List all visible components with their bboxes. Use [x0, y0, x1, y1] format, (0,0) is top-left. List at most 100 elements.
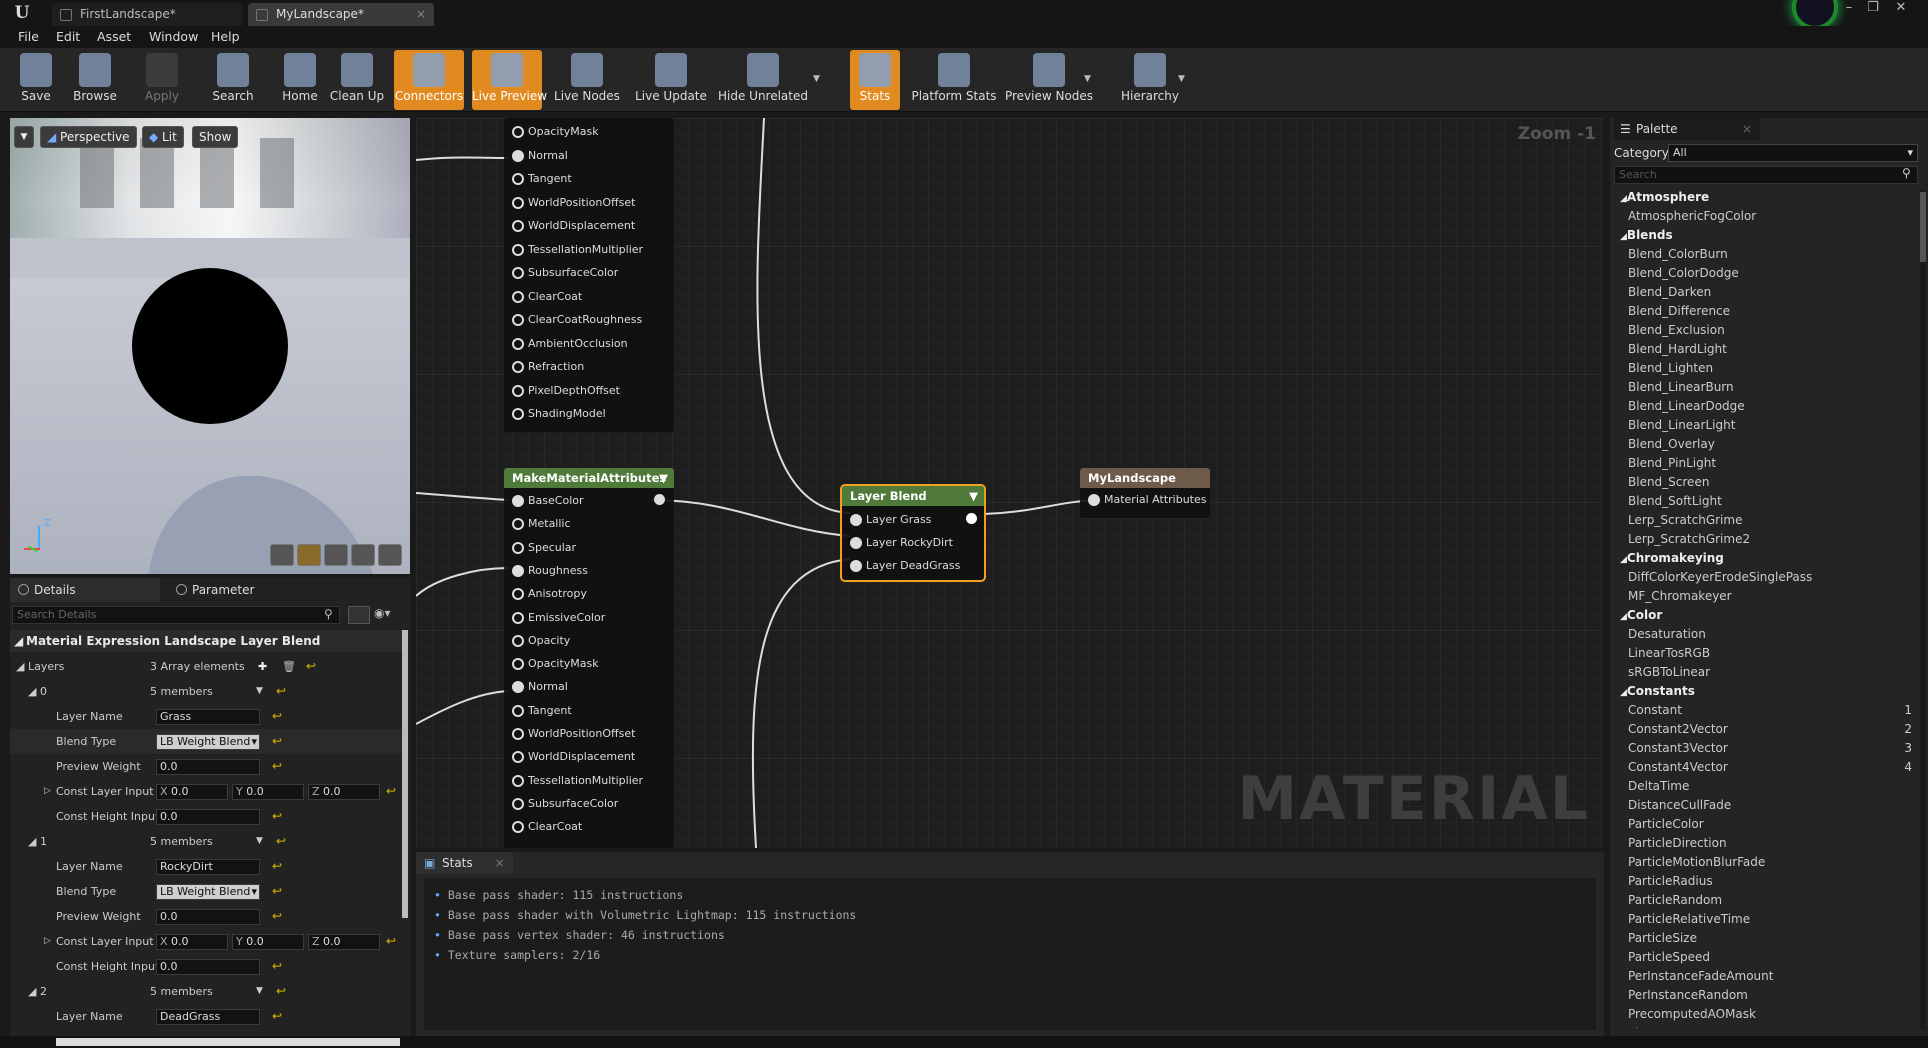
- toolbar-hierarchy-button[interactable]: Hierarchy: [1116, 50, 1184, 110]
- lit-button[interactable]: ◆ Lit: [142, 126, 184, 148]
- palette-category[interactable]: ◢Atmosphere: [1614, 188, 1918, 207]
- vector-y-input[interactable]: Y 0.0: [232, 784, 304, 800]
- palette-item[interactable]: Desaturation: [1614, 625, 1918, 644]
- palette-category[interactable]: ◢Color: [1614, 606, 1918, 625]
- palette-item[interactable]: ParticleRadius: [1614, 872, 1918, 891]
- reset-to-default-icon[interactable]: ↩: [276, 829, 286, 854]
- show-button[interactable]: Show: [192, 126, 239, 148]
- details-search-input[interactable]: Search Details: [12, 606, 340, 624]
- close-window-button[interactable]: ✕: [1886, 0, 1916, 18]
- input-pin[interactable]: [512, 541, 524, 554]
- palette-item[interactable]: ParticleColor: [1614, 815, 1918, 834]
- layer-name-input[interactable]: RockyDirt: [156, 859, 260, 875]
- toolbar-browse-button[interactable]: Browse: [66, 50, 124, 110]
- input-pin[interactable]: [512, 220, 524, 232]
- palette-item[interactable]: Blend_Exclusion: [1614, 321, 1918, 340]
- collapse-arrow-icon[interactable]: ▼: [659, 468, 668, 488]
- palette-item[interactable]: Blend_ColorBurn: [1614, 245, 1918, 264]
- palette-item[interactable]: Blend_LinearBurn: [1614, 378, 1918, 397]
- toolbar-home-button[interactable]: Home: [280, 50, 320, 110]
- close-tab-icon[interactable]: ×: [1742, 118, 1752, 140]
- palette-item[interactable]: ParticleRandom: [1614, 891, 1918, 910]
- input-pin[interactable]: [512, 728, 524, 740]
- cube-preview-button[interactable]: [351, 544, 375, 566]
- sphere-preview-button[interactable]: [297, 544, 321, 566]
- menu-asset[interactable]: Asset: [97, 26, 131, 48]
- tab-stats[interactable]: ▣ Stats ×: [416, 852, 513, 874]
- palette-item[interactable]: DeltaTime: [1614, 777, 1918, 796]
- palette-category[interactable]: ◢Chromakeying: [1614, 549, 1918, 568]
- property-row[interactable]: Layer Name Grass ↩: [10, 704, 402, 729]
- layer-group-row[interactable]: ◢ 1 5 members ▼ ↩: [10, 829, 402, 854]
- input-pin[interactable]: [512, 149, 524, 162]
- layer-name-input[interactable]: Grass: [156, 709, 260, 725]
- property-row[interactable]: Const Height Input 0.0 ↩: [10, 804, 402, 829]
- layer-blend-node[interactable]: Layer Blend ▼ Layer Grass Layer RockyDirt L…: [840, 484, 986, 582]
- input-pin[interactable]: [512, 337, 524, 350]
- reset-to-default-icon[interactable]: ↩: [272, 904, 282, 929]
- palette-item[interactable]: Blend_Overlay: [1614, 435, 1918, 454]
- reset-to-default-icon[interactable]: ↩: [306, 654, 316, 679]
- input-pin[interactable]: [512, 681, 524, 694]
- palette-item[interactable]: AtmosphericFogColor: [1614, 207, 1918, 226]
- reset-to-default-icon[interactable]: ↩: [276, 979, 286, 1004]
- palette-category[interactable]: ◢Blends: [1614, 226, 1918, 245]
- add-element-icon[interactable]: ✚: [258, 654, 267, 679]
- minimize-button[interactable]: –: [1838, 0, 1860, 18]
- palette-item[interactable]: ParticleSize: [1614, 929, 1918, 948]
- input-pin[interactable]: [512, 611, 524, 624]
- input-pin[interactable]: [512, 658, 524, 671]
- palette-item[interactable]: Blend_Darken: [1614, 283, 1918, 302]
- property-row[interactable]: Blend Type LB Weight Blend ▾ ↩: [10, 729, 402, 754]
- reset-to-default-icon[interactable]: ↩: [272, 704, 282, 729]
- vector-z-input[interactable]: Z 0.0: [308, 934, 380, 950]
- palette-item[interactable]: PrecomputedAOMask: [1614, 1005, 1918, 1024]
- property-row[interactable]: Preview Weight 0.0 ↩: [10, 904, 402, 929]
- close-tab-icon[interactable]: ×: [495, 852, 505, 874]
- input-pin[interactable]: [512, 267, 524, 279]
- number-input[interactable]: 0.0: [156, 959, 260, 975]
- tab-details[interactable]: Details: [10, 578, 160, 602]
- input-pin[interactable]: [512, 774, 524, 787]
- delete-all-icon[interactable]: 🗑: [282, 654, 296, 679]
- input-pin[interactable]: [850, 560, 862, 572]
- blend-type-select[interactable]: LB Weight Blend ▾: [156, 734, 260, 750]
- toolbar-platform-stats-button[interactable]: Platform Stats: [910, 50, 998, 110]
- input-pin[interactable]: [512, 821, 524, 834]
- menu-help[interactable]: Help: [211, 26, 240, 48]
- details-section-header[interactable]: ◢ Material Expression Landscape Layer Ble…: [10, 630, 402, 652]
- hide-unrelated-dropdown-icon[interactable]: ▼: [813, 74, 823, 84]
- palette-item[interactable]: Blend_PinLight: [1614, 454, 1918, 473]
- input-pin[interactable]: [512, 126, 524, 138]
- input-pin[interactable]: [512, 173, 524, 185]
- reset-to-default-icon[interactable]: ↩: [272, 954, 282, 979]
- palette-item[interactable]: Blend_HardLight: [1614, 340, 1918, 359]
- property-row[interactable]: Const Height Input 0.0 ↩: [10, 954, 402, 979]
- input-pin[interactable]: [512, 314, 524, 326]
- tab-first-landscape[interactable]: FirstLandscape*: [52, 3, 242, 26]
- layer-group-row[interactable]: ◢ 0 5 members ▼ ↩: [10, 679, 402, 704]
- toolbar-clean-up-button[interactable]: Clean Up: [328, 50, 386, 110]
- palette-item[interactable]: ParticleMotionBlurFade: [1614, 853, 1918, 872]
- toolbar-preview-nodes-button[interactable]: Preview Nodes: [1002, 50, 1096, 110]
- scrollbar-thumb[interactable]: [1920, 192, 1926, 262]
- reset-to-default-icon[interactable]: ↩: [386, 929, 396, 954]
- vector-z-input[interactable]: Z 0.0: [308, 784, 380, 800]
- close-tab-icon[interactable]: ×: [416, 3, 426, 26]
- toolbar-live-nodes-button[interactable]: Live Nodes: [552, 50, 622, 110]
- palette-item[interactable]: Blend_Lighten: [1614, 359, 1918, 378]
- plane-preview-button[interactable]: [324, 544, 348, 566]
- palette-item[interactable]: Blend_LinearLight: [1614, 416, 1918, 435]
- eye-icon[interactable]: ◉▾: [374, 606, 391, 620]
- reset-to-default-icon[interactable]: ↩: [272, 1004, 282, 1029]
- reset-to-default-icon[interactable]: ↩: [272, 879, 282, 904]
- layer-name-input[interactable]: DeadGrass: [156, 1009, 260, 1025]
- property-row[interactable]: ▷ Const Layer Input X 0.0 Y 0.0 Z 0.0 ↩: [10, 779, 402, 804]
- input-pin[interactable]: [850, 537, 862, 549]
- palette-item[interactable]: ParticleSpeed: [1614, 948, 1918, 967]
- mesh-preview-button[interactable]: [378, 544, 402, 566]
- property-row[interactable]: Layer Name RockyDirt ↩: [10, 854, 402, 879]
- layers-array-row[interactable]: ◢ Layers 3 Array elements ✚ 🗑 ↩: [10, 654, 402, 679]
- palette-item[interactable]: Blend_ColorDodge: [1614, 264, 1918, 283]
- input-pin[interactable]: [850, 514, 862, 526]
